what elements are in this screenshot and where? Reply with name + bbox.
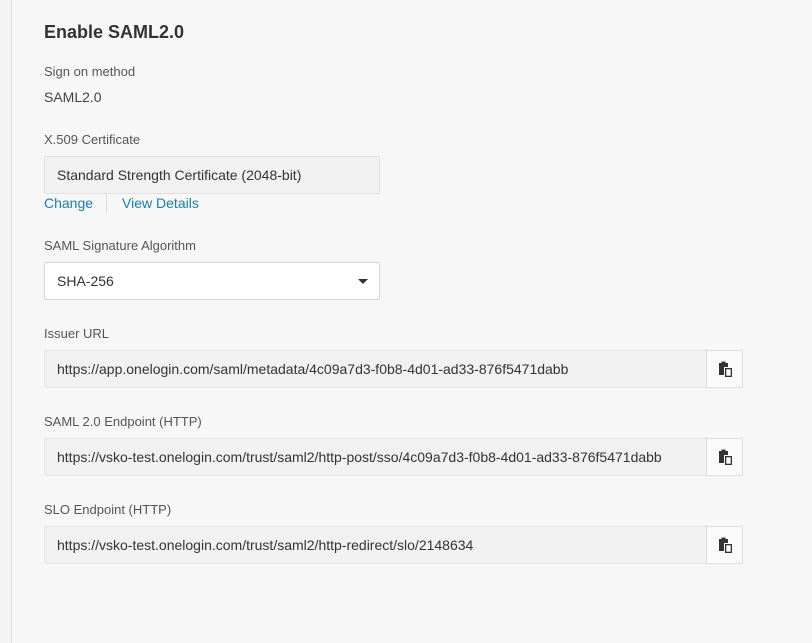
signature-algorithm-select[interactable]: SHA-256 [44, 262, 380, 300]
section-title: Enable SAML2.0 [44, 22, 185, 42]
signature-algorithm-selected: SHA-256 [57, 273, 114, 289]
link-divider [106, 193, 108, 213]
slo-endpoint-label: SLO Endpoint (HTTP) [44, 502, 172, 517]
clipboard-icon [718, 537, 732, 553]
sign-on-method-value: SAML2.0 [44, 89, 102, 105]
slo-endpoint-field[interactable]: https://vsko-test.onelogin.com/trust/sam… [44, 526, 706, 564]
clipboard-icon [718, 449, 732, 465]
copy-issuer-url-button[interactable] [706, 350, 743, 388]
saml-endpoint-label: SAML 2.0 Endpoint (HTTP) [44, 414, 202, 429]
copy-slo-endpoint-button[interactable] [706, 526, 743, 564]
left-rail [0, 0, 12, 643]
view-details-link[interactable]: View Details [122, 194, 199, 212]
issuer-url-label: Issuer URL [44, 326, 110, 341]
issuer-url-field[interactable]: https://app.onelogin.com/saml/metadata/4… [44, 350, 706, 388]
certificate-label: X.509 Certificate [44, 132, 141, 147]
change-certificate-link[interactable]: Change [44, 194, 93, 212]
saml-endpoint-field[interactable]: https://vsko-test.onelogin.com/trust/sam… [44, 438, 706, 476]
caret-down-icon [358, 279, 368, 284]
signature-algorithm-label: SAML Signature Algorithm [44, 238, 196, 253]
certificate-field: Standard Strength Certificate (2048-bit) [44, 156, 380, 194]
certificate-actions: Change View Details [44, 193, 199, 213]
sign-on-method-label: Sign on method [44, 64, 136, 79]
clipboard-icon [718, 361, 732, 377]
copy-saml-endpoint-button[interactable] [706, 438, 743, 476]
